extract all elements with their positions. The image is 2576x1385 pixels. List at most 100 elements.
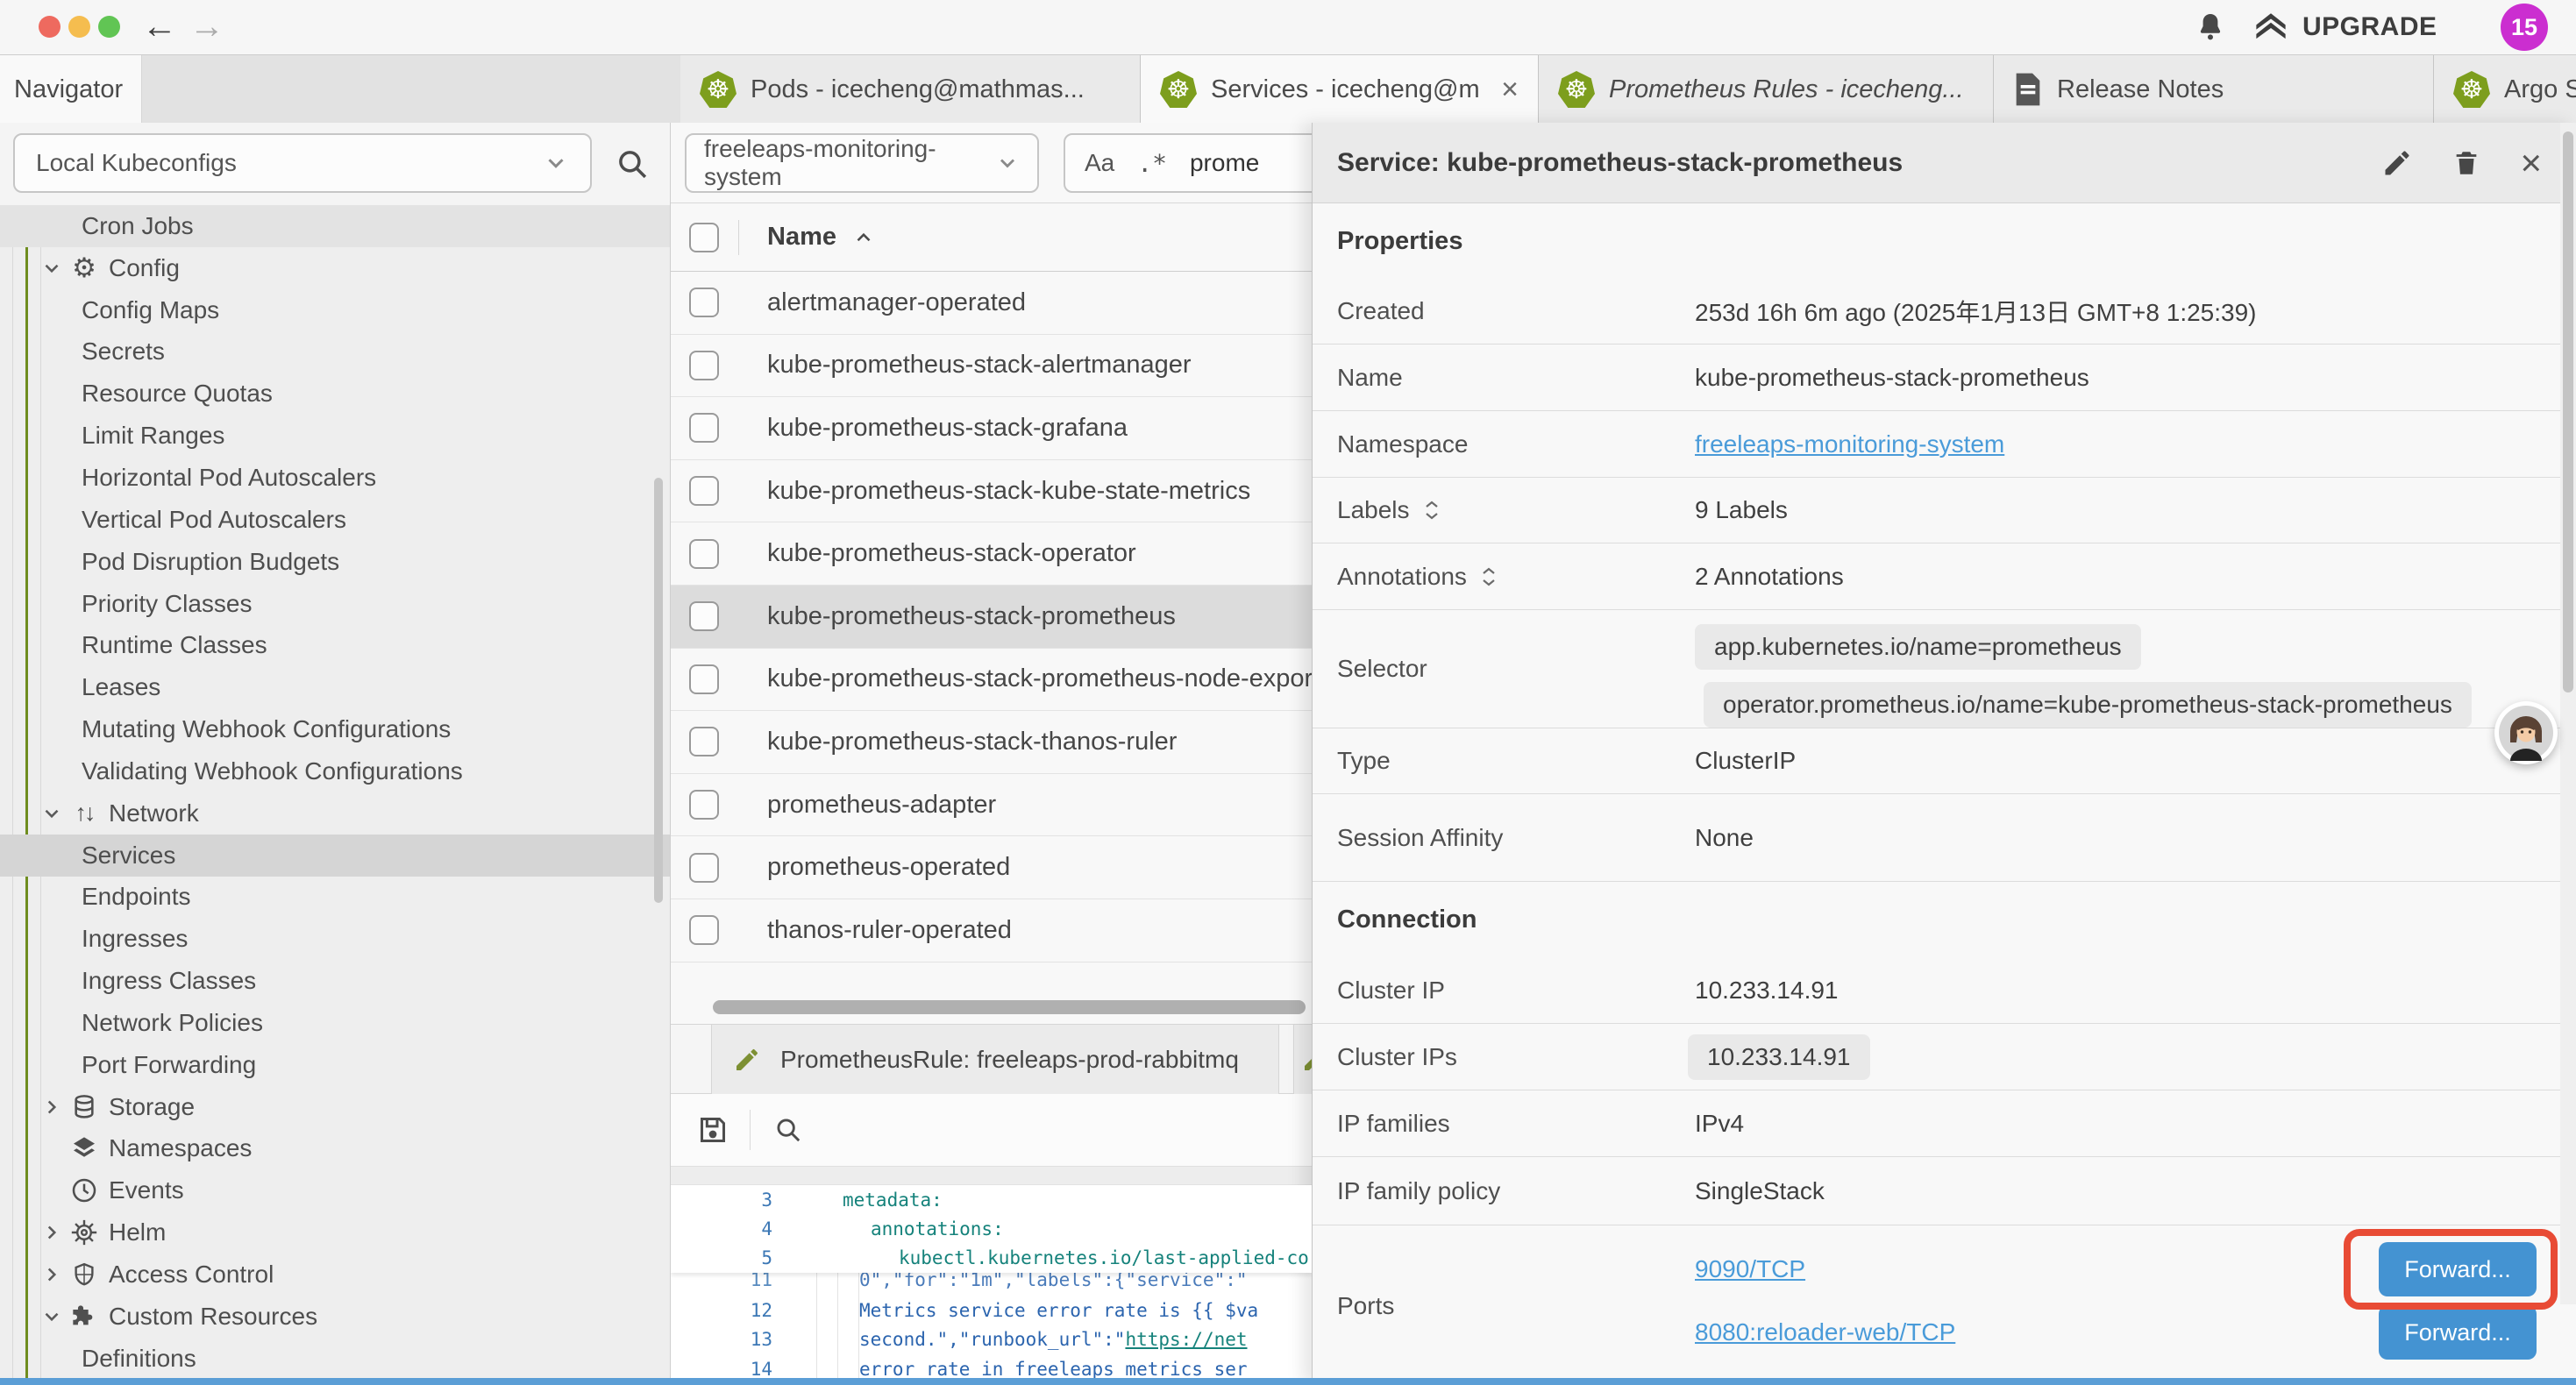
- sidebar-item-limit-ranges[interactable]: Limit Ranges: [0, 415, 670, 457]
- namespace-select[interactable]: freeleaps-monitoring-system: [685, 133, 1039, 193]
- property-row-created: Created253d 16h 6m ago (2025年1月13日 GMT+8…: [1313, 279, 2576, 344]
- code-line: 5kubectl.kubernetes.io/last-applied-co: [671, 1244, 1312, 1273]
- traffic-light-close[interactable]: [39, 16, 60, 38]
- tab-prometheus[interactable]: ☸Prometheus Rules - icecheng...: [1539, 55, 1994, 124]
- table-row[interactable]: kube-prometheus-stack-prometheus: [671, 586, 1312, 649]
- port-link[interactable]: 9090/TCP: [1695, 1255, 1805, 1283]
- edit-pencil-icon[interactable]: [2381, 147, 2413, 179]
- property-link[interactable]: freeleaps-monitoring-system: [1695, 430, 2004, 458]
- sidebar-item-storage[interactable]: Storage: [0, 1086, 670, 1128]
- sidebar-item-network[interactable]: ↑↓Network: [0, 792, 670, 835]
- table-row[interactable]: kube-prometheus-stack-kube-state-metrics: [671, 460, 1312, 523]
- table-row[interactable]: prometheus-adapter: [671, 774, 1312, 837]
- detail-scrollbar-track[interactable]: [2560, 123, 2576, 1304]
- yaml-editor[interactable]: 3metadata:4annotations:5kubectl.kubernet…: [671, 1185, 1312, 1381]
- table-row[interactable]: kube-prometheus-stack-alertmanager: [671, 335, 1312, 398]
- profile-badge[interactable]: 15: [2501, 4, 2548, 51]
- sidebar-item-resource-quotas[interactable]: Resource Quotas: [0, 373, 670, 415]
- sort-icon[interactable]: [1479, 565, 1498, 588]
- row-checkbox[interactable]: [689, 601, 719, 631]
- sidebar-item-ingress-classes[interactable]: Ingress Classes: [0, 960, 670, 1002]
- code-line: 110","for":"1m","labels":{"service":": [671, 1273, 1312, 1294]
- table-row[interactable]: prometheus-operated: [671, 836, 1312, 899]
- port-link[interactable]: 8080:reloader-web/TCP: [1695, 1318, 1955, 1346]
- table-row[interactable]: kube-prometheus-stack-prometheus-node-ex…: [671, 649, 1312, 712]
- table-row[interactable]: kube-prometheus-stack-operator: [671, 522, 1312, 586]
- tab-argo[interactable]: ☸Argo Se...: [2434, 55, 2576, 124]
- row-checkbox[interactable]: [689, 664, 719, 694]
- sidebar-item-network-policies[interactable]: Network Policies: [0, 1002, 670, 1044]
- back-button[interactable]: ←: [142, 7, 177, 46]
- notifications-bell-icon[interactable]: [2194, 11, 2227, 44]
- sidebar-scrollbar[interactable]: [654, 478, 663, 903]
- traffic-light-minimize[interactable]: [68, 16, 90, 38]
- close-icon[interactable]: ×: [2520, 145, 2542, 181]
- traffic-light-maximize[interactable]: [98, 16, 120, 38]
- sidebar-item-helm[interactable]: Helm: [0, 1211, 670, 1254]
- horizontal-scrollbar[interactable]: [671, 991, 1312, 1024]
- chevron-down-icon: [40, 1305, 63, 1328]
- sidebar-item-config-maps[interactable]: Config Maps: [0, 289, 670, 331]
- forward-button[interactable]: →: [189, 7, 224, 46]
- sidebar-item-endpoints[interactable]: Endpoints: [0, 877, 670, 919]
- sidebar-search-icon[interactable]: [614, 146, 651, 182]
- select-all-checkbox[interactable]: [689, 223, 719, 252]
- sidebar-item-namespaces[interactable]: Namespaces: [0, 1128, 670, 1170]
- regex-icon[interactable]: .*: [1137, 149, 1167, 178]
- sidebar-item-cron-jobs[interactable]: Cron Jobs: [0, 205, 670, 247]
- tab-pods[interactable]: ☸Pods - icecheng@mathmas...: [680, 55, 1141, 124]
- forward-button[interactable]: Forward...: [2379, 1305, 2537, 1360]
- table-row[interactable]: kube-prometheus-stack-grafana: [671, 397, 1312, 460]
- sidebar-item-custom-resources[interactable]: Custom Resources: [0, 1296, 670, 1338]
- sort-ascending-icon[interactable]: [852, 226, 875, 249]
- table-row[interactable]: thanos-ruler-operated: [671, 899, 1312, 962]
- sidebar-item-access-control[interactable]: Access Control: [0, 1254, 670, 1296]
- row-checkbox[interactable]: [689, 413, 719, 443]
- delete-trash-icon[interactable]: [2451, 147, 2481, 179]
- editor-tab-prometheusrule[interactable]: PrometheusRule: freeleaps-prod-rabbitmq: [711, 1025, 1279, 1094]
- detail-scrollbar-thumb[interactable]: [2563, 131, 2573, 692]
- sidebar-item-leases[interactable]: Leases: [0, 666, 670, 708]
- table-search-input[interactable]: Aa .* prome: [1064, 133, 1312, 193]
- tab-services[interactable]: ☸Services - icecheng@math...×: [1141, 55, 1539, 124]
- row-checkbox[interactable]: [689, 727, 719, 756]
- match-case-icon[interactable]: Aa: [1085, 149, 1114, 177]
- sidebar-item-runtime-classes[interactable]: Runtime Classes: [0, 624, 670, 666]
- name-column-header[interactable]: Name: [767, 223, 836, 252]
- sidebar-item-config[interactable]: ⚙Config: [0, 247, 670, 289]
- row-checkbox[interactable]: [689, 790, 719, 820]
- sidebar-item-horizontal-pod-autoscalers[interactable]: Horizontal Pod Autoscalers: [0, 457, 670, 499]
- row-checkbox[interactable]: [689, 476, 719, 506]
- row-checkbox[interactable]: [689, 539, 719, 569]
- sidebar-item-services[interactable]: Services: [0, 835, 670, 877]
- sidebar-item-validating-webhook-configurations[interactable]: Validating Webhook Configurations: [0, 750, 670, 792]
- sidebar-item-pod-disruption-budgets[interactable]: Pod Disruption Budgets: [0, 541, 670, 583]
- table-row[interactable]: kube-prometheus-stack-thanos-ruler: [671, 711, 1312, 774]
- hscroll-thumb[interactable]: [713, 1000, 1306, 1014]
- upgrade-button[interactable]: UPGRADE: [2252, 9, 2437, 46]
- row-checkbox[interactable]: [689, 288, 719, 317]
- assistant-avatar[interactable]: [2494, 701, 2558, 764]
- table-row[interactable]: alertmanager-operated: [671, 272, 1312, 335]
- tab-close-icon[interactable]: ×: [1492, 73, 1519, 107]
- navigator-panel-header[interactable]: Navigator: [0, 55, 142, 124]
- sidebar-item-ingresses[interactable]: Ingresses: [0, 918, 670, 960]
- header-divider: [738, 220, 739, 255]
- editor-search-icon[interactable]: [772, 1113, 805, 1147]
- sidebar-item-port-forwarding[interactable]: Port Forwarding: [0, 1044, 670, 1086]
- save-icon[interactable]: [695, 1112, 730, 1147]
- row-checkbox[interactable]: [689, 853, 719, 883]
- navigator-sidebar: Local Kubeconfigs Cron Jobs⚙ConfigConfig…: [0, 123, 670, 1385]
- sort-icon[interactable]: [1422, 499, 1441, 522]
- editor-tab-partial[interactable]: [1293, 1025, 1312, 1094]
- sidebar-item-events[interactable]: Events: [0, 1169, 670, 1211]
- kubeconfig-select[interactable]: Local Kubeconfigs: [13, 133, 592, 193]
- row-checkbox[interactable]: [689, 915, 719, 945]
- row-checkbox[interactable]: [689, 351, 719, 380]
- sidebar-item-priority-classes[interactable]: Priority Classes: [0, 583, 670, 625]
- tab-release[interactable]: Release Notes: [1994, 55, 2434, 124]
- sidebar-item-definitions[interactable]: Definitions: [0, 1338, 670, 1380]
- sidebar-item-vertical-pod-autoscalers[interactable]: Vertical Pod Autoscalers: [0, 499, 670, 541]
- sidebar-item-mutating-webhook-configurations[interactable]: Mutating Webhook Configurations: [0, 708, 670, 750]
- sidebar-item-secrets[interactable]: Secrets: [0, 331, 670, 373]
